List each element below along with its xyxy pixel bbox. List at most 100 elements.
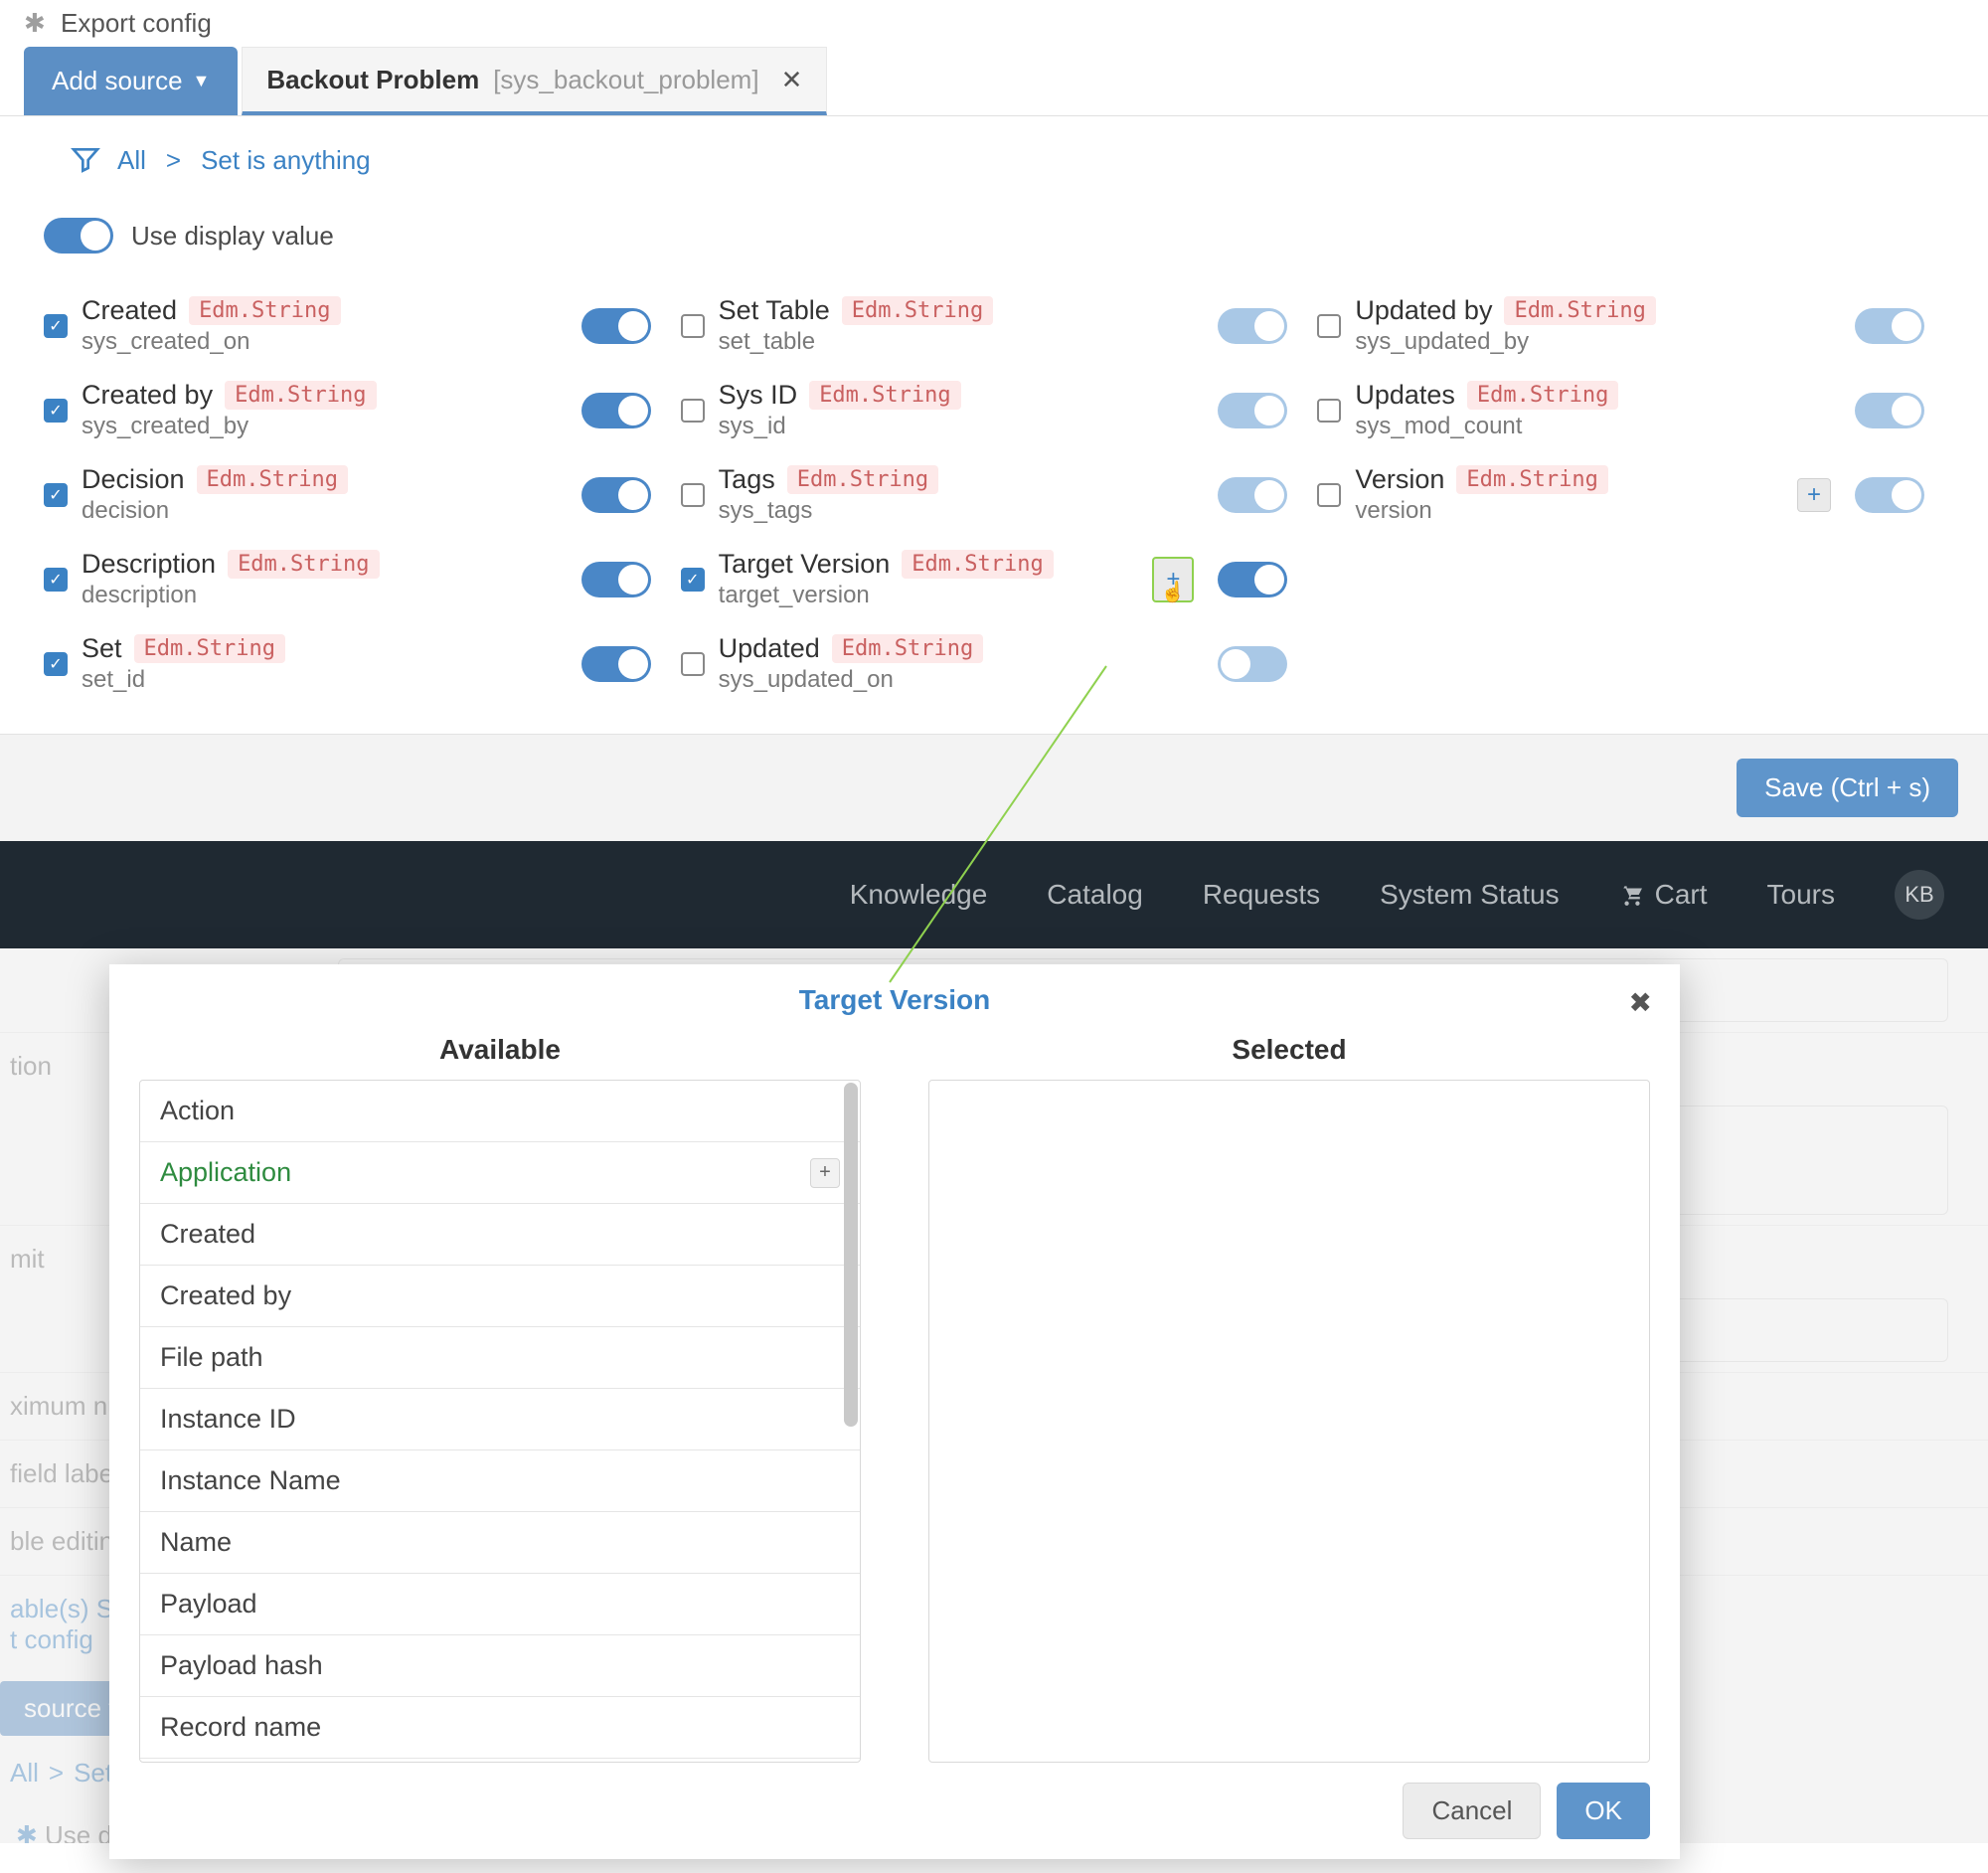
field-checkbox[interactable]: ✓ xyxy=(44,568,68,592)
field-toggle[interactable] xyxy=(1218,477,1287,513)
available-item[interactable]: Record name xyxy=(140,1697,860,1759)
field-checkbox[interactable] xyxy=(1317,399,1341,423)
field-checkbox[interactable] xyxy=(681,483,705,507)
available-item[interactable]: Payload xyxy=(140,1574,860,1635)
field-checkbox[interactable] xyxy=(681,314,705,338)
chevron-right-icon: > xyxy=(166,145,181,176)
field-label: Updated xyxy=(719,633,820,664)
field-label: Set Table xyxy=(719,295,830,326)
field-label: Updates xyxy=(1355,380,1455,411)
available-item[interactable]: Recorded at xyxy=(140,1759,860,1762)
field-checkbox[interactable]: ✓ xyxy=(44,483,68,507)
available-item[interactable]: Application + xyxy=(140,1142,860,1204)
field-checkbox[interactable]: ✓ xyxy=(44,652,68,676)
field-sys-name: set_id xyxy=(82,666,568,694)
field-sys-name: set_table xyxy=(719,328,1205,356)
field-row: ✓DescriptionEdm.Stringdescription xyxy=(44,549,671,609)
dot-walk-plus-button[interactable]: + xyxy=(1797,478,1831,512)
available-item[interactable]: File path xyxy=(140,1327,860,1389)
modal-close-icon[interactable]: ✖ xyxy=(1629,986,1652,1019)
ok-button[interactable]: OK xyxy=(1557,1783,1650,1839)
field-sys-name: description xyxy=(82,582,568,609)
field-toggle[interactable] xyxy=(581,646,651,682)
field-row: Updated byEdm.Stringsys_updated_by xyxy=(1317,295,1944,356)
field-toggle[interactable] xyxy=(1855,308,1924,344)
field-checkbox[interactable] xyxy=(1317,314,1341,338)
dot-walk-plus-button[interactable]: +☝ xyxy=(1152,557,1194,602)
field-toggle[interactable] xyxy=(1855,477,1924,513)
field-sys-name: sys_created_by xyxy=(82,413,568,440)
cancel-button[interactable]: Cancel xyxy=(1403,1783,1541,1839)
nav-tours[interactable]: Tours xyxy=(1767,879,1835,911)
field-checkbox[interactable] xyxy=(681,399,705,423)
avatar[interactable]: KB xyxy=(1895,870,1944,920)
caret-down-icon: ▼ xyxy=(193,71,211,91)
field-toggle[interactable] xyxy=(1218,646,1287,682)
field-sys-name: sys_tags xyxy=(719,497,1205,525)
available-item-label: Instance Name xyxy=(160,1465,341,1496)
field-checkbox[interactable] xyxy=(1317,483,1341,507)
field-row: ✓Target VersionEdm.Stringtarget_version+… xyxy=(681,549,1308,609)
field-checkbox[interactable]: ✓ xyxy=(681,568,705,592)
available-item-label: Application xyxy=(160,1157,291,1188)
top-nav: Knowledge Catalog Requests System Status… xyxy=(0,841,1988,948)
field-checkbox[interactable]: ✓ xyxy=(44,314,68,338)
field-sys-name: sys_mod_count xyxy=(1355,413,1841,440)
use-display-value-toggle[interactable] xyxy=(44,218,113,254)
field-toggle[interactable] xyxy=(1218,393,1287,428)
available-item[interactable]: Created by xyxy=(140,1266,860,1327)
available-item[interactable]: Instance ID xyxy=(140,1389,860,1450)
field-sys-name: sys_id xyxy=(719,413,1205,440)
available-item[interactable]: Instance Name xyxy=(140,1450,860,1512)
type-badge: Edm.String xyxy=(189,296,340,325)
field-row: Set TableEdm.Stringset_table xyxy=(681,295,1308,356)
field-sys-name: version xyxy=(1355,497,1783,525)
nav-catalog[interactable]: Catalog xyxy=(1047,879,1143,911)
source-tab[interactable]: Backout Problem [sys_backout_problem] ✕ xyxy=(242,47,827,115)
field-toggle[interactable] xyxy=(581,477,651,513)
field-toggle[interactable] xyxy=(1218,308,1287,344)
nav-knowledge[interactable]: Knowledge xyxy=(850,879,988,911)
scrollbar[interactable] xyxy=(844,1083,858,1427)
cart-icon xyxy=(1619,882,1645,908)
field-row: ✓CreatedEdm.Stringsys_created_on xyxy=(44,295,671,356)
tab-sys-name: [sys_backout_problem] xyxy=(493,65,758,95)
close-tab-icon[interactable]: ✕ xyxy=(781,65,803,95)
field-toggle[interactable] xyxy=(581,562,651,597)
filter-icon[interactable] xyxy=(70,144,101,176)
field-toggle[interactable] xyxy=(581,308,651,344)
nav-cart[interactable]: Cart xyxy=(1619,879,1708,911)
field-sys-name: sys_updated_on xyxy=(719,666,1205,694)
field-toggle[interactable] xyxy=(1218,562,1287,597)
field-sys-name: sys_created_on xyxy=(82,328,568,356)
nav-system-status[interactable]: System Status xyxy=(1380,879,1560,911)
type-badge: Edm.String xyxy=(1504,296,1655,325)
field-checkbox[interactable] xyxy=(681,652,705,676)
add-item-plus-icon[interactable]: + xyxy=(810,1158,840,1188)
field-label: Set xyxy=(82,633,122,664)
available-item-label: Created by xyxy=(160,1280,291,1311)
field-toggle[interactable] xyxy=(581,393,651,428)
available-item[interactable]: Payload hash xyxy=(140,1635,860,1697)
add-source-button[interactable]: Add source ▼ xyxy=(24,47,238,115)
available-item-label: Created xyxy=(160,1219,255,1250)
filter-condition-link[interactable]: Set is anything xyxy=(201,145,371,176)
filter-all-link[interactable]: All xyxy=(117,145,146,176)
type-badge: Edm.String xyxy=(134,634,285,663)
available-item[interactable]: Name xyxy=(140,1512,860,1574)
field-row: TagsEdm.Stringsys_tags xyxy=(681,464,1308,525)
available-item[interactable]: Created xyxy=(140,1204,860,1266)
field-checkbox[interactable]: ✓ xyxy=(44,399,68,423)
field-toggle[interactable] xyxy=(1855,393,1924,428)
type-badge: Edm.String xyxy=(1467,381,1618,410)
nav-requests[interactable]: Requests xyxy=(1203,879,1320,911)
breadcrumb-title: Export config xyxy=(61,8,212,38)
type-badge: Edm.String xyxy=(228,550,379,579)
available-item[interactable]: Action xyxy=(140,1081,860,1142)
field-sys-name: decision xyxy=(82,497,568,525)
type-badge: Edm.String xyxy=(1456,465,1607,494)
save-button[interactable]: Save (Ctrl + s) xyxy=(1737,759,1958,817)
available-item-label: Payload hash xyxy=(160,1650,323,1681)
available-item-label: File path xyxy=(160,1342,263,1373)
field-sys-name: sys_updated_by xyxy=(1355,328,1841,356)
